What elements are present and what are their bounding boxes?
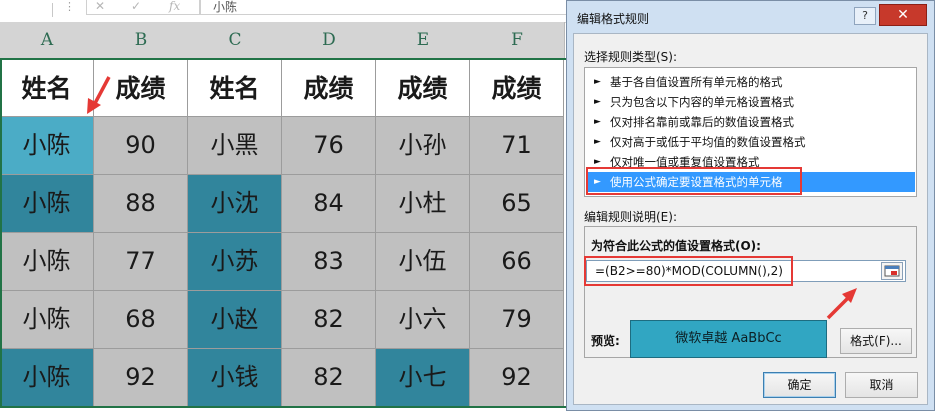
column-header-b[interactable]: B [94,22,189,60]
format-preview: 微软卓越 AaBbCc [630,320,827,358]
cell-d4[interactable]: 83 [282,233,376,291]
cell-c6[interactable]: 小钱 [188,349,282,407]
range-select-icon [884,265,900,277]
annotation-arrow-preview [826,288,857,320]
more-options-icon[interactable]: ⋮ [64,0,75,14]
formula-label: 为符合此公式的值设置格式(O): [591,239,761,253]
cell-b6[interactable]: 92 [94,349,188,407]
cell-a3[interactable]: 小陈 [0,175,94,233]
cell-d5[interactable]: 82 [282,291,376,349]
cell-d1[interactable]: 成绩 [282,60,376,117]
formula-field[interactable]: =(B2>=80)*MOD(COLUMN(),2) [586,260,906,282]
formula-value: =(B2>=80)*MOD(COLUMN(),2) [595,264,783,278]
formula-buttons: ✕ ✓ fx [86,0,200,15]
cell-e2[interactable]: 小孙 [376,117,470,175]
bullet-arrow-icon: ► [594,137,601,147]
cell-a5[interactable]: 小陈 [0,291,94,349]
cell-d2[interactable]: 76 [282,117,376,175]
cell-f5[interactable]: 79 [470,291,564,349]
cell-f1[interactable]: 成绩 [470,60,564,117]
rule-type-item[interactable]: ► 仅对唯一值或重复值设置格式 [586,152,915,172]
cell-e5[interactable]: 小六 [376,291,470,349]
edit-format-rule-dialog: 编辑格式规则 ? ✕ 选择规则类型(S): ► 基于各自值设置所有单元格的格式 ► 只… [566,0,935,411]
rule-type-label: 基于各自值设置所有单元格的格式 [610,75,783,89]
cell-c2[interactable]: 小黑 [188,117,282,175]
cell-e4[interactable]: 小伍 [376,233,470,291]
cell-c5[interactable]: 小赵 [188,291,282,349]
rule-description-label: 编辑规则说明(E): [584,210,677,224]
range-select-button[interactable] [881,262,903,280]
bullet-arrow-icon: ► [594,77,601,87]
column-header-e[interactable]: E [376,22,471,60]
column-header-a[interactable]: A [0,22,95,60]
cell-b3[interactable]: 88 [94,175,188,233]
cell-c1[interactable]: 姓名 [188,60,282,117]
bullet-arrow-icon: ► [594,157,601,167]
rule-type-label: 选择规则类型(S): [584,50,678,64]
rule-type-label: 仅对高于或低于平均值的数值设置格式 [610,135,806,149]
cell-d6[interactable]: 82 [282,349,376,407]
cell-f3[interactable]: 65 [470,175,564,233]
preview-label: 预览: [591,334,620,348]
bullet-arrow-icon: ► [594,97,601,107]
cell-e3[interactable]: 小杜 [376,175,470,233]
bullet-arrow-icon: ► [594,177,601,187]
cell-b5[interactable]: 68 [94,291,188,349]
cell-f2[interactable]: 71 [470,117,564,175]
rule-type-label: 仅对排名靠前或靠后的数值设置格式 [610,115,794,129]
insert-function-icon[interactable]: fx [169,0,180,13]
cell-e6[interactable]: 小七 [376,349,470,407]
cell-e1[interactable]: 成绩 [376,60,470,117]
rule-type-item[interactable]: ► 只为包含以下内容的单元格设置格式 [586,92,915,112]
rule-type-item[interactable]: ► 仅对高于或低于平均值的数值设置格式 [586,132,915,152]
cell-a6[interactable]: 小陈 [0,349,94,407]
format-button[interactable]: 格式(F)... [840,328,912,354]
column-header-f[interactable]: F [470,22,565,60]
cancel-icon[interactable]: ✕ [95,0,105,13]
cell-c4[interactable]: 小苏 [188,233,282,291]
cell-a1[interactable]: 姓名 [0,60,94,117]
rule-type-item[interactable]: ► 使用公式确定要设置格式的单元格 [586,172,915,192]
rule-type-item[interactable]: ► 仅对排名靠前或靠后的数值设置格式 [586,112,915,132]
cell-b2[interactable]: 90 [94,117,188,175]
cell-f6[interactable]: 92 [470,349,564,407]
cell-a2[interactable]: 小陈 [0,117,94,175]
cell-b4[interactable]: 77 [94,233,188,291]
annotation-arrow [87,76,111,114]
cancel-button[interactable]: 取消 [845,372,918,398]
column-header-c[interactable]: C [188,22,283,60]
column-header-d[interactable]: D [282,22,377,60]
dialog-titlebar[interactable]: 编辑格式规则 ? ✕ [567,1,934,33]
close-button[interactable]: ✕ [879,4,927,26]
cell-f4[interactable]: 66 [470,233,564,291]
rule-type-label: 仅对唯一值或重复值设置格式 [610,155,760,169]
rule-type-item[interactable]: ► 基于各自值设置所有单元格的格式 [586,72,915,92]
rule-type-label: 使用公式确定要设置格式的单元格 [610,175,783,189]
confirm-icon[interactable]: ✓ [131,0,141,13]
rule-type-label: 只为包含以下内容的单元格设置格式 [610,95,794,109]
rule-type-list[interactable]: ► 基于各自值设置所有单元格的格式 ► 只为包含以下内容的单元格设置格式 ► 仅对排名靠前… [584,67,917,197]
cell-d3[interactable]: 84 [282,175,376,233]
dialog-title: 编辑格式规则 [577,12,650,26]
formula-bar-value: 小陈 [213,0,238,14]
help-button[interactable]: ? [854,7,876,25]
formula-bar-separator [52,3,53,17]
cell-c3[interactable]: 小沈 [188,175,282,233]
cell-a4[interactable]: 小陈 [0,233,94,291]
dialog-body: 选择规则类型(S): ► 基于各自值设置所有单元格的格式 ► 只为包含以下内容的单元格… [573,33,928,405]
ok-button[interactable]: 确定 [763,372,836,398]
bullet-arrow-icon: ► [594,117,601,127]
